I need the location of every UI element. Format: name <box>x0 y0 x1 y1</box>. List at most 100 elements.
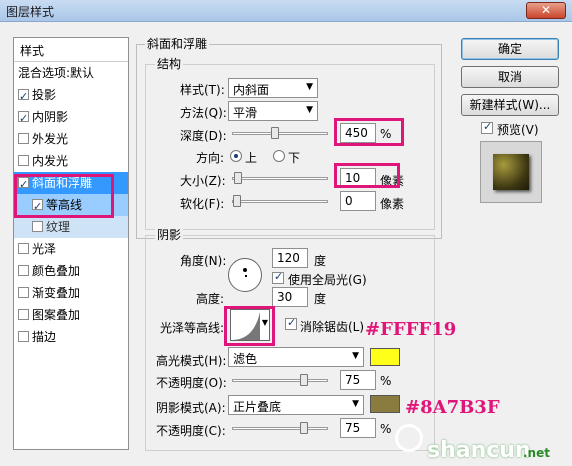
shading-title: 阴影 <box>155 226 184 243</box>
direction-down-radio[interactable] <box>273 150 285 162</box>
angle-dial-icon <box>243 268 247 272</box>
list-item-color-overlay[interactable]: 颜色叠加 <box>14 260 128 282</box>
soften-slider[interactable] <box>232 195 328 207</box>
depth-slider[interactable] <box>232 127 328 139</box>
list-item-pattern-overlay[interactable]: 图案叠加 <box>14 304 128 326</box>
direction-down-label: 下 <box>288 151 301 165</box>
chevron-down-icon: ▼ <box>261 318 268 327</box>
angle-dial[interactable] <box>228 258 262 292</box>
direction-label: 方向: <box>196 151 225 165</box>
shadow-opacity-input[interactable]: 75 <box>340 418 376 438</box>
highlight-color-swatch[interactable] <box>370 348 400 366</box>
shadow-opacity-thumb[interactable] <box>299 422 308 434</box>
angle-unit: 度 <box>314 254 327 268</box>
list-item-satin[interactable]: 光泽 <box>14 238 128 260</box>
depth-label: 深度(D): <box>180 129 227 143</box>
altitude-unit: 度 <box>314 292 327 306</box>
list-item-contour[interactable]: 等高线 <box>14 194 128 218</box>
new-style-button[interactable]: 新建样式(W)... <box>461 94 559 116</box>
angle-input[interactable]: 120 <box>272 248 308 268</box>
layer-style-dialog: 样式 混合选项:默认 投影 内阴影 外发光 内发光 斜面和浮雕 等高线 纹理 光… <box>0 22 572 466</box>
checkbox[interactable] <box>32 196 43 218</box>
soften-input[interactable]: 0 <box>340 191 376 211</box>
checkbox[interactable] <box>18 331 29 342</box>
chevron-down-icon: ▼ <box>352 399 359 409</box>
style-select[interactable]: 内斜面 ▼ <box>228 78 318 98</box>
gloss-contour-picker[interactable]: ▼ <box>230 309 270 341</box>
shadow-opacity-slider[interactable] <box>232 422 328 434</box>
checkbox[interactable] <box>18 155 29 166</box>
ok-button[interactable]: 确定 <box>461 38 559 60</box>
highlight-opacity-slider[interactable] <box>232 374 328 386</box>
watermark: shancun .net <box>395 424 570 464</box>
global-light-checkbox[interactable] <box>272 270 284 284</box>
shadow-opacity-label: 不透明度(C): <box>156 424 226 438</box>
soften-label: 软化(F): <box>180 197 225 211</box>
highlight-mode-select[interactable]: 滤色 ▼ <box>228 347 364 367</box>
shadow-color-swatch[interactable] <box>370 395 400 413</box>
list-item-gradient-overlay[interactable]: 渐变叠加 <box>14 282 128 304</box>
list-item-bevel-emboss[interactable]: 斜面和浮雕 <box>14 172 128 196</box>
size-input[interactable]: 10 <box>340 168 376 188</box>
title-bar: 图层样式 ✕ <box>0 0 572 22</box>
chevron-down-icon: ▼ <box>352 351 359 361</box>
checkbox[interactable] <box>32 221 43 232</box>
checkbox[interactable] <box>18 133 29 144</box>
method-select[interactable]: 平滑 ▼ <box>228 101 318 121</box>
list-item-inner-shadow[interactable]: 内阴影 <box>14 106 128 130</box>
checkbox[interactable] <box>18 86 29 108</box>
depth-input[interactable]: 450 <box>340 123 376 143</box>
list-item-inner-glow[interactable]: 内发光 <box>14 150 128 172</box>
preview-thumbnail <box>480 141 542 203</box>
list-item-texture[interactable]: 纹理 <box>14 216 128 238</box>
shadow-opacity-unit: % <box>380 422 392 436</box>
checkbox[interactable] <box>18 243 29 254</box>
direction-up-label: 上 <box>245 151 258 165</box>
watermark-text: shancun <box>427 438 531 463</box>
preview-checkbox[interactable] <box>481 120 493 134</box>
list-item-drop-shadow[interactable]: 投影 <box>14 84 128 108</box>
soften-unit: 像素 <box>380 197 405 211</box>
anti-alias-label: 消除锯齿(L) <box>300 320 365 334</box>
shadow-mode-select[interactable]: 正片叠底 ▼ <box>228 395 364 415</box>
size-slider-thumb[interactable] <box>233 172 242 184</box>
anti-alias-checkbox[interactable] <box>285 316 297 330</box>
size-slider[interactable] <box>232 172 328 184</box>
shadow-mode-label: 阴影模式(A): <box>156 401 226 415</box>
bevel-group-title: 斜面和浮雕 <box>145 35 210 52</box>
watermark-logo-icon <box>395 424 423 452</box>
list-item-outer-glow[interactable]: 外发光 <box>14 128 128 150</box>
direction-up-radio[interactable] <box>230 150 242 162</box>
structure-title: 结构 <box>155 55 184 72</box>
altitude-label: 高度: <box>196 292 225 306</box>
method-label: 方法(Q): <box>180 106 227 120</box>
list-item-stroke[interactable]: 描边 <box>14 326 128 348</box>
soften-slider-thumb[interactable] <box>233 195 241 207</box>
style-list-header[interactable]: 样式 <box>14 38 128 62</box>
depth-slider-thumb[interactable] <box>271 127 280 139</box>
checkbox[interactable] <box>18 287 29 298</box>
highlight-opacity-input[interactable]: 75 <box>340 370 376 390</box>
gloss-contour-label: 光泽等高线: <box>160 321 225 335</box>
highlight-opacity-label: 不透明度(O): <box>156 376 227 390</box>
highlight-mode-label: 高光模式(H): <box>156 354 227 368</box>
depth-unit: % <box>380 127 392 141</box>
size-label: 大小(Z): <box>180 174 226 188</box>
chevron-down-icon: ▼ <box>306 82 313 92</box>
checkbox[interactable] <box>18 265 29 276</box>
global-light-label: 使用全局光(G) <box>288 273 367 287</box>
size-unit: 像素 <box>380 174 405 188</box>
altitude-input[interactable]: 30 <box>272 287 308 307</box>
chevron-down-icon: ▼ <box>306 105 313 115</box>
window-title: 图层样式 <box>6 5 55 19</box>
checkbox[interactable] <box>18 174 29 196</box>
cancel-button[interactable]: 取消 <box>461 66 559 88</box>
list-item-blending-options[interactable]: 混合选项:默认 <box>14 62 128 84</box>
watermark-domain: .net <box>523 446 550 460</box>
checkbox[interactable] <box>18 108 29 130</box>
highlight-hex-annotation: #FFFF19 <box>365 319 457 340</box>
highlight-opacity-thumb[interactable] <box>299 374 308 386</box>
angle-label: 角度(N): <box>180 254 227 268</box>
checkbox[interactable] <box>18 309 29 320</box>
close-button[interactable]: ✕ <box>526 2 566 19</box>
